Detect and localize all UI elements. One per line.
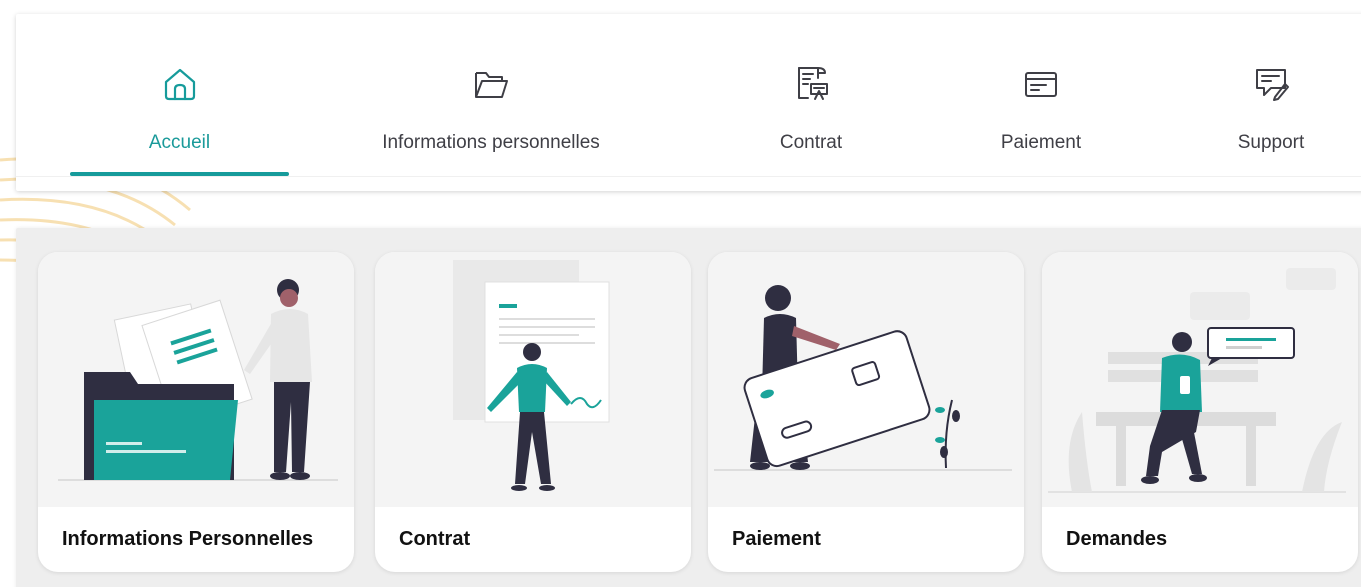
nav-tab-support[interactable]: Support xyxy=(1211,14,1331,191)
nav-tab-label: Informations personnelles xyxy=(382,132,600,153)
person-with-document-illustration xyxy=(375,252,691,507)
nav-tab-informations-personnelles[interactable]: Informations personnelles xyxy=(346,14,636,191)
person-with-bank-card-illustration xyxy=(708,252,1024,507)
contract-icon xyxy=(791,64,831,104)
payment-card-icon xyxy=(1021,64,1061,104)
card-contrat[interactable]: Contrat xyxy=(375,252,691,572)
card-informations-personnelles[interactable]: Informations Personnelles xyxy=(38,252,354,572)
person-with-folder-illustration xyxy=(38,252,354,507)
active-tab-indicator xyxy=(70,172,289,176)
nav-tab-label: Paiement xyxy=(1000,132,1082,153)
support-chat-icon xyxy=(1251,64,1291,104)
nav-tab-accueil[interactable]: Accueil xyxy=(70,14,289,191)
card-demandes[interactable]: Demandes xyxy=(1042,252,1358,572)
home-icon xyxy=(160,64,200,104)
nav-tab-contrat[interactable]: Contrat xyxy=(736,14,886,191)
nav-tab-label: Accueil xyxy=(148,132,211,153)
card-title: Demandes xyxy=(1066,528,1168,550)
card-title: Informations Personnelles xyxy=(62,528,314,550)
card-title: Paiement xyxy=(732,528,821,550)
card-paiement[interactable]: Paiement xyxy=(708,252,1024,572)
card-title: Contrat xyxy=(399,528,471,550)
folder-icon xyxy=(471,64,511,104)
nav-tab-label: Support xyxy=(1237,132,1305,153)
nav-divider xyxy=(16,176,1361,177)
nav-tab-label: Contrat xyxy=(779,132,843,153)
page: Accueil Informations personnelles Contra… xyxy=(0,0,1361,587)
dashboard-cards-panel: Informations Personnelles Contrat Paieme… xyxy=(16,228,1361,587)
main-navigation: Accueil Informations personnelles Contra… xyxy=(16,14,1361,191)
nav-tab-paiement[interactable]: Paiement xyxy=(976,14,1106,191)
person-on-bench-with-chat-illustration xyxy=(1042,252,1358,507)
